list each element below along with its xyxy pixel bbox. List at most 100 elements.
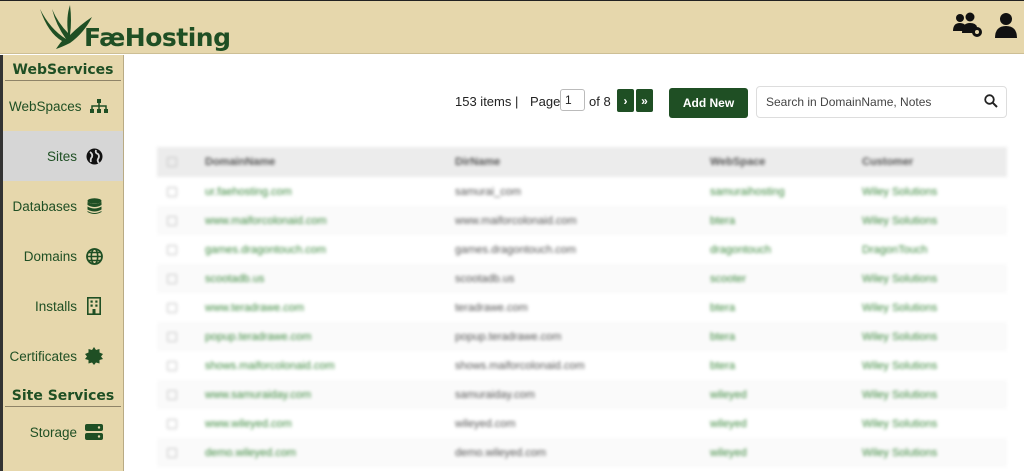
domain-name-link[interactable]: www.maiforcolonaid.com: [205, 206, 455, 235]
sidebar-item-label: Installs: [34, 298, 77, 314]
dir-name-cell: www.maiforcolonaid.com: [455, 214, 577, 227]
domain-name-link[interactable]: ur.faehosting.com: [205, 177, 455, 206]
domain-name-link[interactable]: games.dragontouch.com: [205, 235, 455, 264]
database-icon: [85, 197, 103, 215]
table-row[interactable]: www.samuraiday.com samuraiday.com wileyed W…: [157, 380, 1007, 409]
user-icon[interactable]: [994, 12, 1018, 43]
webspace-link[interactable]: samuraihosting: [710, 177, 862, 206]
row-checkbox[interactable]: [167, 273, 177, 284]
table-row[interactable]: www.wileyed.com wileyed.com wileyed Wiley S…: [157, 409, 1007, 438]
certificate-icon: [85, 347, 103, 365]
sidebar: WebServices WebSpaces Sites Databases Do…: [0, 55, 124, 471]
next-page-button[interactable]: ›: [617, 89, 634, 112]
domain-name-link[interactable]: www.wileyed.com: [205, 409, 455, 438]
customer-link[interactable]: Wiley Solutions: [862, 380, 1007, 409]
customer-link[interactable]: Wiley Solutions: [862, 438, 1007, 467]
page-number-input[interactable]: [560, 89, 585, 111]
column-header-dirname[interactable]: DirName: [455, 147, 710, 177]
customer-link[interactable]: Wiley Solutions: [862, 206, 1007, 235]
row-checkbox[interactable]: [167, 360, 177, 371]
row-checkbox[interactable]: [167, 244, 177, 255]
main-content: 153 items | Page of 8 › » Add New Domain…: [128, 55, 1024, 471]
row-checkbox[interactable]: [167, 331, 177, 342]
search-box: [756, 86, 1007, 118]
dir-name-cell: samuraiday.com: [455, 388, 535, 401]
table-row[interactable]: ur.faehosting.com samurai_com samuraihosti…: [157, 177, 1007, 206]
webspace-link[interactable]: scooter: [710, 264, 862, 293]
webspace-link[interactable]: wileyed: [710, 380, 862, 409]
column-header-webspace[interactable]: WebSpace: [710, 147, 862, 177]
sidebar-item-certificates[interactable]: Certificates: [3, 331, 123, 381]
table-row[interactable]: demo.wileyed.com demo.wileyed.com wileyed W…: [157, 438, 1007, 467]
sidebar-item-databases[interactable]: Databases: [3, 181, 123, 231]
sidebar-item-label: Domains: [23, 248, 77, 264]
sidebar-item-sites[interactable]: Sites: [3, 131, 123, 181]
domain-name-link[interactable]: www.samuraiday.com: [205, 380, 455, 409]
row-checkbox[interactable]: [167, 186, 177, 197]
last-page-button[interactable]: »: [636, 89, 653, 112]
sidebar-item-webspaces[interactable]: WebSpaces: [3, 81, 123, 131]
webspace-link[interactable]: btera: [710, 351, 862, 380]
sidebar-item-domains[interactable]: Domains: [3, 231, 123, 281]
webspace-link[interactable]: btera: [710, 322, 862, 351]
row-checkbox[interactable]: [167, 389, 177, 400]
brand-name: FæHosting: [84, 23, 231, 52]
table-header-row: DomainName DirName WebSpace Customer: [157, 147, 1007, 177]
sidebar-item-label: Sites: [46, 148, 77, 164]
webspace-link[interactable]: wileyed: [710, 409, 862, 438]
domain-name-link[interactable]: demo.wileyed.com: [205, 438, 455, 467]
customer-link[interactable]: Wiley Solutions: [862, 264, 1007, 293]
sitemap-icon: [89, 97, 108, 115]
globe-grid-icon: [85, 247, 103, 265]
table-row[interactable]: www.maiforcolonaid.com www.maiforcolonaid…: [157, 206, 1007, 235]
search-icon[interactable]: [984, 94, 998, 113]
table-row[interactable]: games.dragontouch.com games.dragontouch.c…: [157, 235, 1007, 264]
select-all-checkbox[interactable]: [167, 157, 177, 167]
search-input[interactable]: [766, 95, 976, 109]
domain-name-link[interactable]: shows.maiforcolonaid.com: [205, 351, 455, 380]
building-icon: [85, 297, 103, 315]
section-title-site-services: Site Services: [5, 381, 121, 407]
dir-name-cell: scootadb.us: [455, 272, 515, 285]
dir-name-cell: popup.teradrawe.com: [455, 330, 562, 343]
sidebar-item-label: Storage: [29, 424, 77, 440]
webspace-link[interactable]: btera: [710, 293, 862, 322]
customer-link[interactable]: Wiley Solutions: [862, 293, 1007, 322]
domain-name-link[interactable]: www.teradrawe.com: [205, 293, 455, 322]
customer-link[interactable]: Wiley Solutions: [862, 351, 1007, 380]
globe-icon: [85, 147, 103, 165]
webspace-link[interactable]: wileyed: [710, 438, 862, 467]
row-checkbox[interactable]: [167, 215, 177, 226]
server-icon: [85, 423, 103, 441]
table-row[interactable]: scootadb.us scootadb.us scooter Wiley Solut…: [157, 264, 1007, 293]
sidebar-item-installs[interactable]: Installs: [3, 281, 123, 331]
dir-name-cell: games.dragontouch.com: [455, 243, 577, 256]
table-row[interactable]: popup.teradrawe.com popup.teradrawe.com bt…: [157, 322, 1007, 351]
dir-name-cell: shows.maiforcolonaid.com: [455, 359, 585, 372]
customer-link[interactable]: DragonTouch: [862, 235, 1007, 264]
table-row[interactable]: www.teradrawe.com teradrawe.com btera Wiley…: [157, 293, 1007, 322]
column-header-domainname[interactable]: DomainName: [205, 147, 455, 177]
sidebar-item-label: Certificates: [9, 348, 77, 364]
add-new-button[interactable]: Add New: [669, 88, 748, 118]
sidebar-item-storage[interactable]: Storage: [3, 407, 123, 457]
webspace-link[interactable]: btera: [710, 206, 862, 235]
dir-name-cell: samurai_com: [455, 185, 522, 198]
row-checkbox[interactable]: [167, 447, 177, 458]
items-count: 153 items |: [455, 94, 519, 109]
domain-name-link[interactable]: popup.teradrawe.com: [205, 322, 455, 351]
row-checkbox[interactable]: [167, 418, 177, 429]
customer-link[interactable]: Wiley Solutions: [862, 322, 1007, 351]
section-title-webservices: WebServices: [5, 55, 121, 81]
sidebar-item-label: WebSpaces: [9, 98, 82, 114]
domain-name-link[interactable]: scootadb.us: [205, 264, 455, 293]
dir-name-cell: wileyed.com: [455, 417, 516, 430]
column-header-customer[interactable]: Customer: [862, 147, 1007, 177]
customer-link[interactable]: Wiley Solutions: [862, 409, 1007, 438]
sidebar-item-label: Databases: [12, 198, 77, 214]
users-gear-icon[interactable]: [952, 11, 984, 44]
table-row[interactable]: shows.maiforcolonaid.com shows.maiforcolo…: [157, 351, 1007, 380]
customer-link[interactable]: Wiley Solutions: [862, 177, 1007, 206]
webspace-link[interactable]: dragontouch: [710, 235, 862, 264]
row-checkbox[interactable]: [167, 302, 177, 313]
